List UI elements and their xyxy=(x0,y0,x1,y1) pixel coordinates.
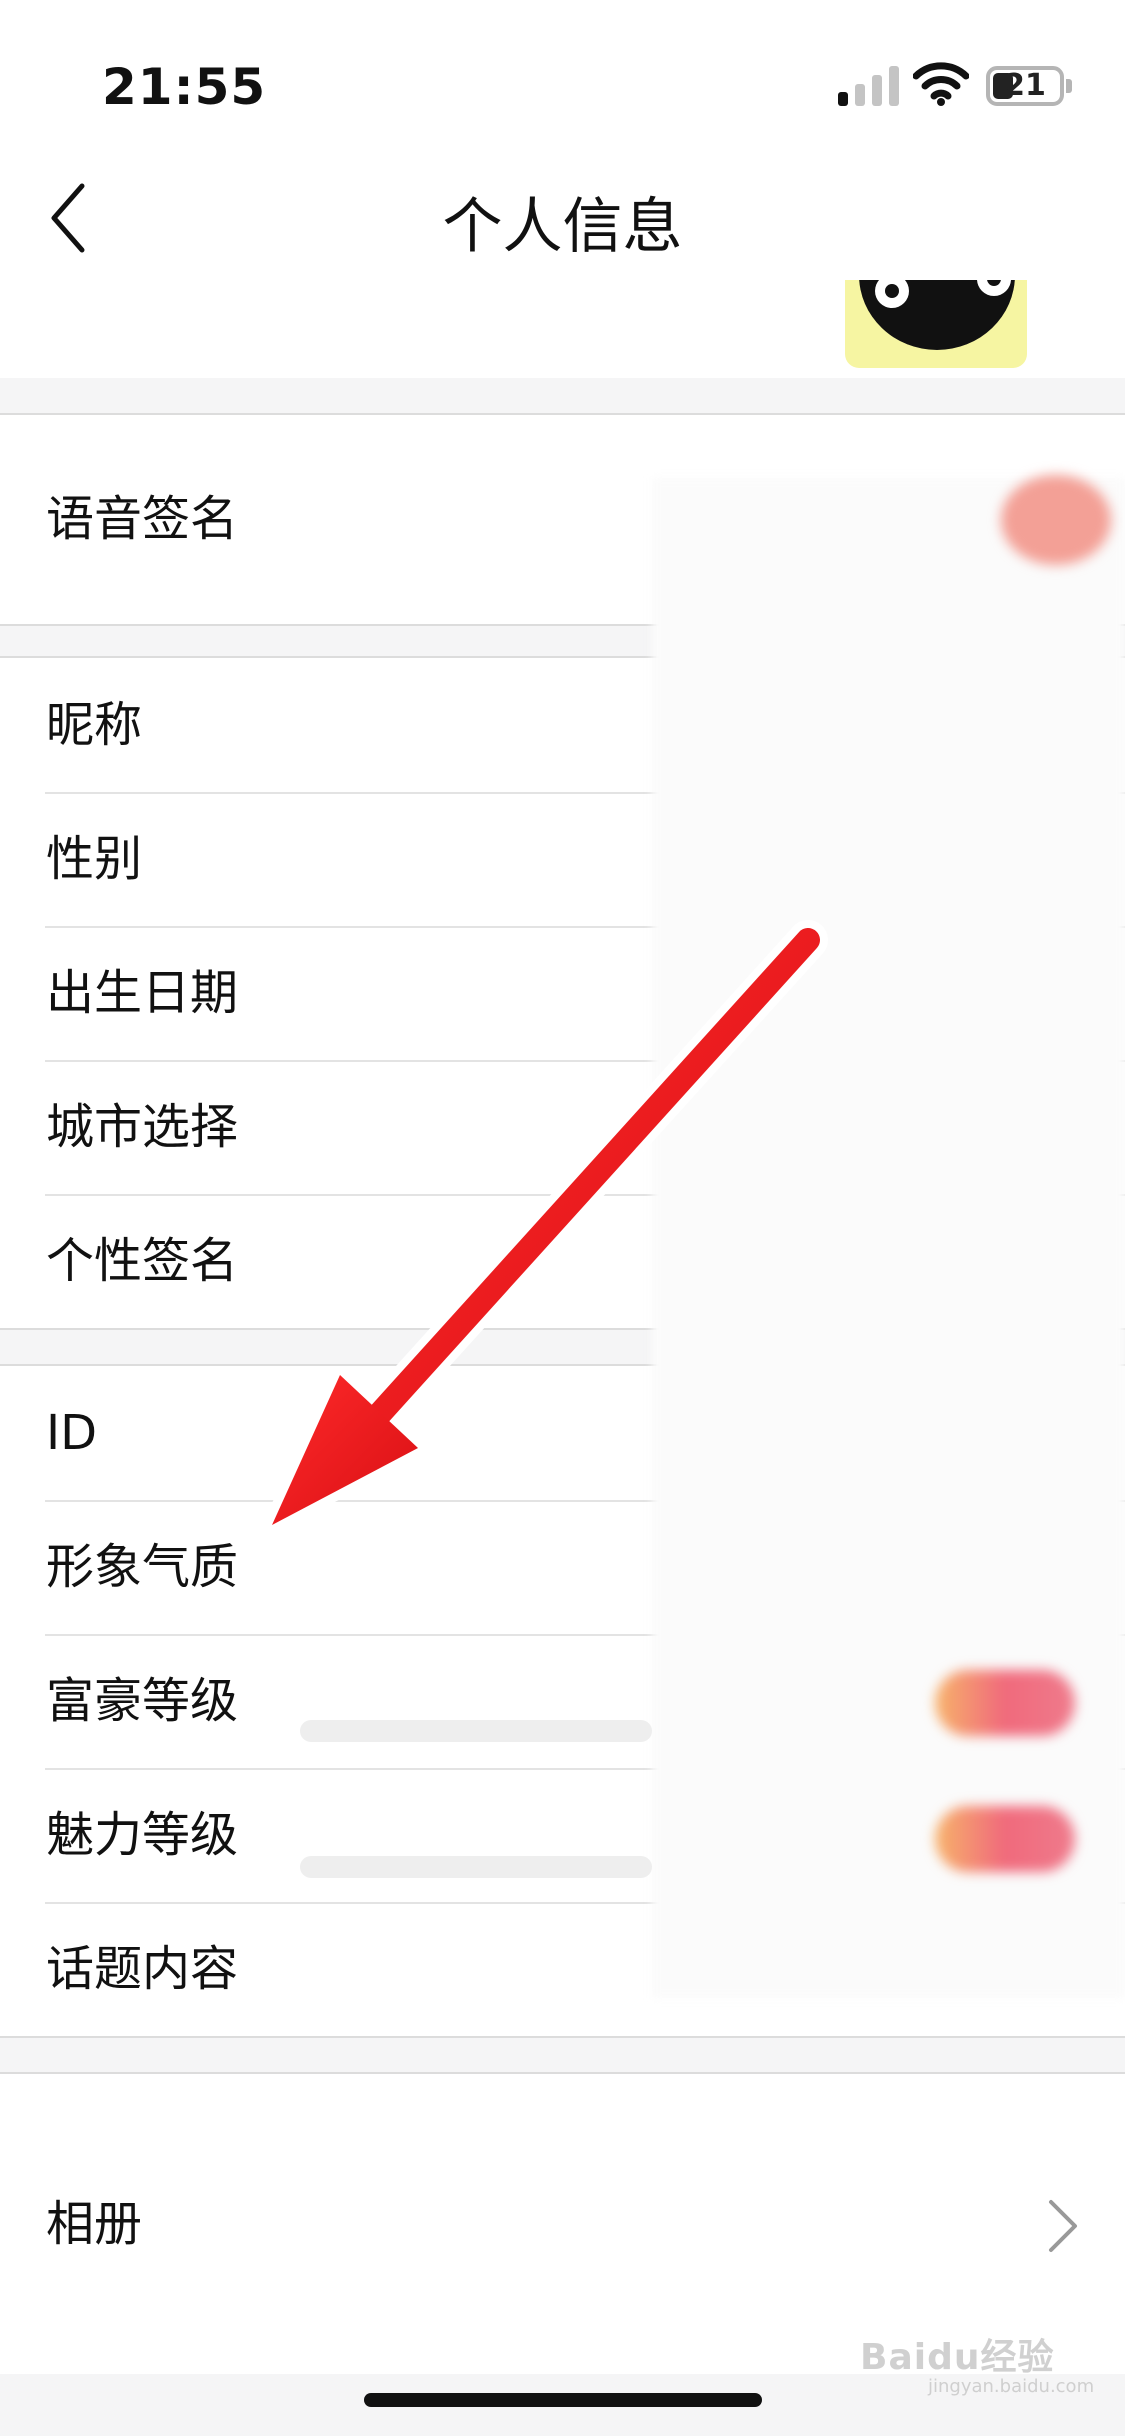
baidu-watermark: Baidu经验 xyxy=(860,2337,1055,2378)
watermark-domain: jingyan.baidu.com xyxy=(928,2376,1095,2397)
home-indicator[interactable] xyxy=(364,2393,762,2407)
red-annotation-arrow-icon xyxy=(263,920,828,1534)
